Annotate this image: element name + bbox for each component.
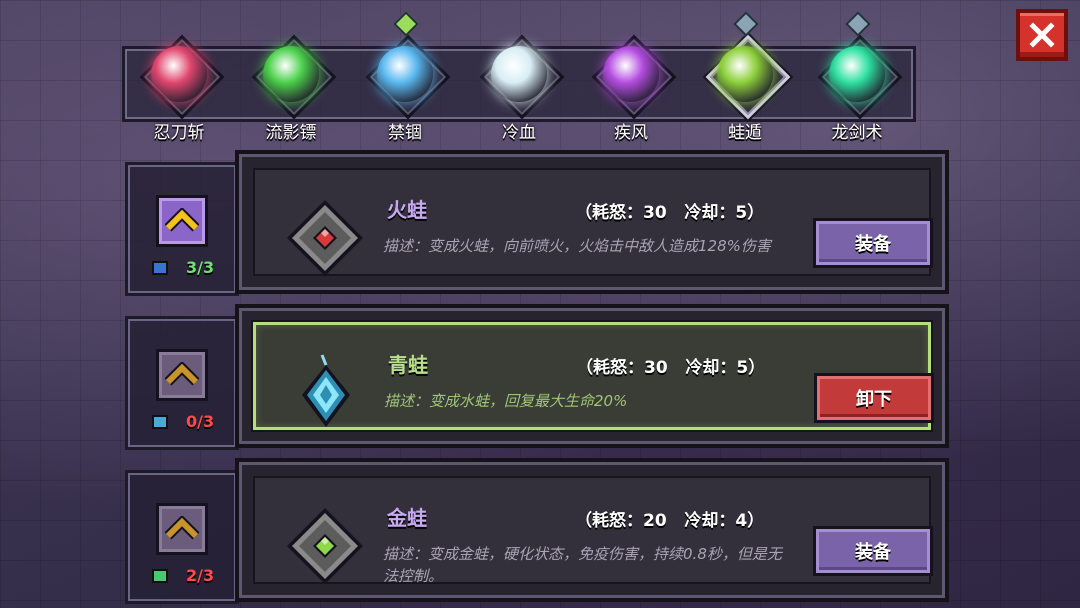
card-body: 青蛙 （耗怒：30 冷却：5） 描述：变成水蛙，回复最大生命20% 卸下 [253, 322, 934, 430]
crimson-slash-orb-icon [151, 46, 207, 102]
variant-stats: （耗怒：20 冷却：4） [575, 511, 765, 531]
chevron-up-icon [165, 362, 199, 386]
variant-description: 描述：变成火蛙，向前喷火，火焰击中敌人造成128%伤害 [383, 237, 771, 255]
level-panel: 0/3 [125, 316, 239, 450]
variant-description: 描述：变成水蛙，回复最大生命20% [384, 392, 628, 410]
skill-slot-0[interactable]: 忍刀斩 [124, 28, 234, 144]
frog-level-icon [152, 261, 168, 275]
upgrade-button[interactable] [156, 503, 208, 555]
skill-label: 龙剑术 [831, 123, 883, 143]
variant-name: 青蛙 [388, 353, 428, 377]
skill-frame [479, 34, 565, 120]
variant-name: 火蛙 [387, 198, 427, 222]
green-sword-burst-icon [829, 46, 885, 102]
upgrade-button[interactable] [156, 195, 208, 247]
skill-frame [251, 34, 337, 120]
unequip-button[interactable]: 卸下 [814, 373, 934, 423]
card-body: 金蛙 （耗怒：20 冷却：4） 描述：变成金蛙，硬化状态，免疫伤害，持续0.8秒… [253, 476, 933, 585]
skill-label: 禁锢 [388, 123, 422, 143]
close-button[interactable] [1016, 9, 1068, 61]
level-count: 2/3 [186, 566, 215, 585]
skill-frame [365, 34, 451, 120]
green-shuriken-orb-icon [263, 46, 319, 102]
frog-level-icon [152, 415, 168, 429]
skill-gem-icon [845, 11, 871, 37]
skill-frame [817, 34, 903, 120]
frog-variant-card: 金蛙 （耗怒：20 冷却：4） 描述：变成金蛙，硬化状态，免疫伤害，持续0.8秒… [235, 458, 949, 602]
skill-gem-icon [733, 11, 759, 37]
skill-gem-icon [393, 11, 419, 37]
green-diamond-gem-icon [287, 508, 363, 584]
skill-label: 流影镖 [265, 123, 317, 143]
frog-level-icon [152, 569, 168, 583]
purple-flame-orb-icon [603, 46, 659, 102]
red-diamond-gem-icon [287, 200, 363, 276]
level-panel: 2/3 [125, 470, 239, 604]
variant-description: 描述：变成金蛙，硬化状态，免疫伤害，持续0.8秒，但是无法控制。 [383, 545, 782, 585]
level-count: 0/3 [186, 412, 215, 431]
skill-frame [139, 34, 225, 120]
chevron-up-icon [165, 208, 199, 232]
skill-slot-6[interactable]: 龙剑术 [802, 11, 912, 144]
skill-slot-1[interactable]: 流影镖 [236, 28, 346, 144]
frog-variant-card: 青蛙 （耗怒：30 冷却：5） 描述：变成水蛙，回复最大生命20% 卸下 [235, 304, 949, 448]
skill-label: 冷血 [502, 123, 536, 143]
variant-stats: （耗怒：30 冷却：5） [576, 358, 766, 378]
variant-name: 金蛙 [387, 506, 427, 530]
skill-slot-4[interactable]: 疾风 [576, 28, 686, 144]
chevron-up-icon [165, 516, 199, 540]
skill-label: 忍刀斩 [153, 123, 205, 143]
skill-slot-2[interactable]: 禁锢 [350, 11, 460, 144]
white-crystal-burst-icon [491, 46, 547, 102]
skill-slot-5[interactable]: 蛙遁 [690, 11, 800, 144]
equip-button[interactable]: 装备 [813, 526, 933, 576]
close-icon [1029, 22, 1055, 48]
skill-label: 蛙遁 [728, 123, 762, 143]
blue-frog-icon [717, 46, 773, 102]
card-body: 火蛙 （耗怒：30 冷却：5） 描述：变成火蛙，向前喷火，火焰击中敌人造成128… [253, 168, 933, 276]
level-count: 3/3 [186, 258, 215, 277]
skill-slot-3[interactable]: 冷血 [464, 28, 574, 144]
skill-frame [705, 34, 791, 120]
equip-button[interactable]: 装备 [813, 218, 933, 268]
cyan-crystal-pendant-icon [302, 354, 350, 427]
frog-variant-card: 火蛙 （耗怒：30 冷却：5） 描述：变成火蛙，向前喷火，火焰击中敌人造成128… [235, 150, 949, 294]
skill-label: 疾风 [614, 123, 648, 143]
skill-frame [591, 34, 677, 120]
upgrade-button[interactable] [156, 349, 208, 401]
blue-ice-orb-icon [377, 46, 433, 102]
variant-stats: （耗怒：30 冷却：5） [575, 203, 765, 223]
level-panel: 3/3 [125, 162, 239, 296]
